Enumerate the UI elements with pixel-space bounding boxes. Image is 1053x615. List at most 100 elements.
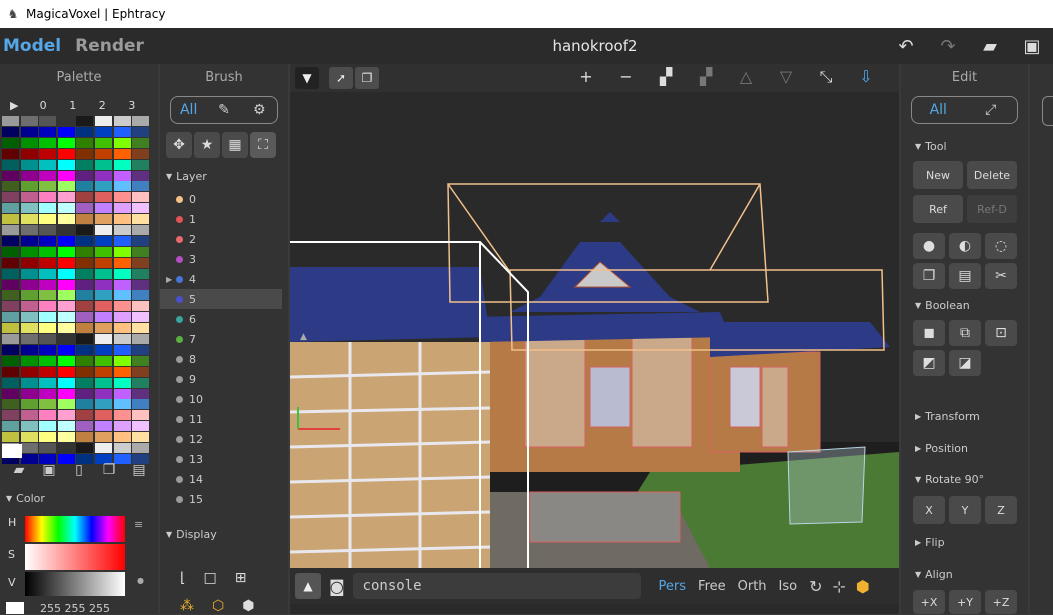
palette-swatch[interactable] [20, 301, 38, 312]
saturation-slider[interactable] [25, 544, 125, 570]
palette-swatch[interactable] [2, 366, 19, 377]
palette-page-0[interactable]: 0 [40, 99, 70, 112]
palette-swatch[interactable] [95, 225, 112, 235]
hue-slider[interactable] [25, 516, 125, 542]
palette-swatch[interactable] [76, 399, 94, 410]
palette-swatch[interactable] [20, 148, 38, 159]
palette-swatch[interactable] [95, 181, 112, 192]
palette-swatch[interactable] [132, 334, 150, 344]
layer-item[interactable]: 12 [160, 429, 282, 449]
palette-swatch[interactable] [2, 203, 19, 214]
palette-swatch[interactable] [113, 170, 131, 181]
palette-swatch[interactable] [2, 432, 19, 443]
palette-swatch[interactable] [39, 268, 57, 279]
palette-swatch[interactable] [39, 312, 57, 323]
layer-item[interactable]: 5 [160, 289, 282, 309]
rotate-section[interactable]: ▼ Rotate 90° [915, 473, 984, 486]
palette-swatch[interactable] [95, 214, 112, 225]
palette-swatch[interactable] [95, 235, 112, 246]
palette-swatch[interactable] [76, 388, 94, 399]
palette-swatch[interactable] [76, 334, 94, 344]
palette-swatch[interactable] [20, 116, 38, 126]
palette-swatch[interactable] [132, 214, 150, 225]
palette-swatch[interactable] [57, 159, 75, 170]
palette-swatch[interactable] [2, 181, 19, 192]
palette-swatch[interactable] [20, 323, 38, 334]
palette-swatch[interactable] [113, 432, 131, 443]
palette-swatch[interactable] [113, 246, 131, 257]
layer-item[interactable]: 1 [160, 209, 282, 229]
palette-swatch[interactable] [2, 323, 19, 334]
palette-swatch[interactable] [76, 181, 94, 192]
rotate-x-button[interactable]: X [913, 496, 945, 524]
palette-swatch[interactable] [57, 301, 75, 312]
palette-swatch[interactable] [132, 366, 150, 377]
palette-swatch[interactable] [57, 377, 75, 388]
palette-swatch[interactable] [95, 410, 112, 421]
palette-swatch[interactable] [113, 148, 131, 159]
tool-section-header[interactable]: ▼ Tool [915, 140, 1028, 153]
palette-swatch[interactable] [113, 443, 131, 453]
open-folder-icon[interactable]: ▰ [969, 36, 1011, 57]
palette-swatch[interactable] [57, 192, 75, 203]
palette-swatch[interactable] [39, 399, 57, 410]
align-x-button[interactable]: +X [913, 590, 945, 614]
sphere-icon[interactable]: ● [913, 233, 945, 259]
new-file-icon[interactable]: ▯ [64, 462, 94, 478]
palette-swatch[interactable] [39, 421, 57, 432]
palette-swatch[interactable] [2, 301, 19, 312]
value-slider[interactable] [25, 572, 125, 596]
palette-swatch[interactable] [2, 344, 19, 355]
palette-swatch[interactable] [132, 116, 150, 126]
layer-item[interactable]: 6 [160, 309, 282, 329]
palette-swatch[interactable] [2, 377, 19, 388]
layer-item[interactable]: 8 [160, 349, 282, 369]
palette-swatch[interactable] [95, 246, 112, 257]
layer-item[interactable]: 0 [160, 189, 282, 209]
palette-swatch[interactable] [76, 355, 94, 366]
layer-item[interactable]: 7 [160, 329, 282, 349]
palette-swatch[interactable] [39, 181, 57, 192]
palette-swatch[interactable] [132, 388, 150, 399]
delete-button[interactable]: Delete [967, 161, 1017, 189]
palette-swatch[interactable] [20, 312, 38, 323]
palette-swatch[interactable] [132, 148, 150, 159]
palette-swatch[interactable] [76, 116, 94, 126]
palette-swatch[interactable] [95, 126, 112, 137]
brush-all-tab[interactable]: All [171, 102, 206, 118]
palette-swatch[interactable] [20, 443, 38, 453]
palette-swatch[interactable] [20, 399, 38, 410]
palette-swatch[interactable] [113, 225, 131, 235]
palette-page-1[interactable]: 1 [69, 99, 99, 112]
palette-swatch[interactable] [20, 126, 38, 137]
palette-swatch[interactable] [76, 203, 94, 214]
undo-icon[interactable]: ↶ [885, 36, 927, 57]
palette-swatch[interactable] [113, 159, 131, 170]
palette-swatch[interactable] [57, 148, 75, 159]
palette-swatch[interactable] [132, 159, 150, 170]
voxel-remove-icon[interactable]: ▞ [686, 67, 726, 87]
palette-swatch[interactable] [95, 192, 112, 203]
half-circle-icon[interactable]: ◐ [949, 233, 981, 259]
dotted-circle-icon[interactable]: ◌ [985, 233, 1017, 259]
palette-swatch[interactable] [39, 323, 57, 334]
palette-swatch[interactable] [20, 214, 38, 225]
palette-swatch[interactable] [20, 192, 38, 203]
palette-swatch[interactable] [132, 126, 150, 137]
camera-iso[interactable]: Iso [779, 579, 798, 594]
palette-swatch[interactable] [113, 355, 131, 366]
palette-swatch[interactable] [113, 192, 131, 203]
palette-swatch[interactable] [113, 257, 131, 268]
palette-page-arrow[interactable]: ▶ [10, 99, 40, 112]
align-y-button[interactable]: +Y [949, 590, 981, 614]
color-section-header[interactable]: ▼ Color [6, 492, 45, 505]
layer-section-header[interactable]: ▼ Layer [166, 170, 288, 183]
palette-swatch[interactable] [57, 344, 75, 355]
brush-gear-icon[interactable]: ⚙ [242, 102, 277, 118]
palette-swatch[interactable] [20, 170, 38, 181]
paste-icon[interactable]: ▤ [124, 462, 154, 478]
palette-swatch[interactable] [95, 443, 112, 453]
palette-swatch[interactable] [76, 214, 94, 225]
layer-item[interactable]: ▶ 4 [160, 269, 282, 289]
palette-swatch[interactable] [2, 235, 19, 246]
